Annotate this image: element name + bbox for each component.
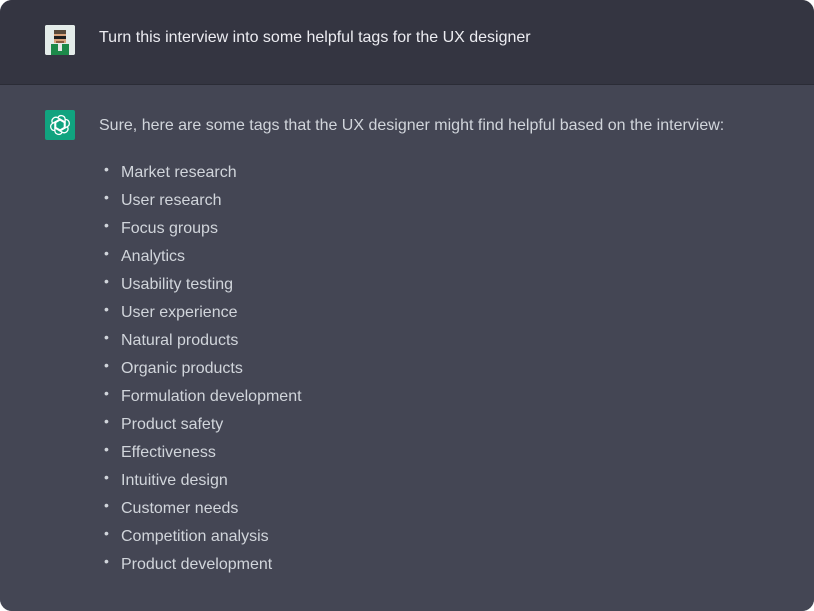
chat-window: Turn this interview into some helpful ta… — [0, 0, 814, 611]
tag-list-item: • Effectiveness — [104, 441, 302, 471]
bullet-icon: • — [104, 553, 109, 569]
bullet-icon: • — [104, 385, 109, 401]
bullet-icon: • — [104, 245, 109, 261]
user-avatar-icon — [45, 25, 75, 55]
tag-list-item: • Analytics — [104, 245, 302, 275]
tag-list-item: • Organic products — [104, 357, 302, 387]
tag-list-item: • Customer needs — [104, 497, 302, 527]
assistant-intro-text: Sure, here are some tags that the UX des… — [99, 117, 725, 134]
tag-list-item: • Market research — [104, 161, 302, 191]
tag-label: Focus groups — [121, 220, 218, 237]
bullet-icon: • — [104, 273, 109, 289]
bullet-icon: • — [104, 329, 109, 345]
tag-list-item: • Competition analysis — [104, 525, 302, 555]
tag-label: Customer needs — [121, 500, 239, 517]
tag-label: Organic products — [121, 360, 243, 377]
tag-label: Product development — [121, 556, 273, 573]
bullet-icon: • — [104, 525, 109, 541]
bullet-icon: • — [104, 441, 109, 457]
tag-label: Analytics — [121, 248, 186, 265]
bullet-icon: • — [104, 189, 109, 205]
bullet-icon: • — [104, 357, 109, 373]
tag-list: • Market research • User research • Focus g… — [104, 161, 302, 583]
user-message-row: Turn this interview into some helpful ta… — [0, 0, 814, 85]
tag-list-item: • Intuitive design — [104, 469, 302, 499]
bullet-icon: • — [104, 469, 109, 485]
tag-label: User research — [121, 192, 222, 209]
bullet-icon: • — [104, 497, 109, 513]
tag-label: Competition analysis — [121, 528, 269, 545]
bullet-icon: • — [104, 301, 109, 317]
tag-label: User experience — [121, 304, 238, 321]
tag-list-item: • Formulation development — [104, 385, 302, 415]
tag-list-item: • User experience — [104, 301, 302, 331]
tag-label: Formulation development — [121, 388, 302, 405]
tag-list-item: • Product development — [104, 553, 302, 583]
tag-label: Product safety — [121, 416, 224, 433]
bullet-icon: • — [104, 413, 109, 429]
tag-list-item: • Product safety — [104, 413, 302, 443]
tag-label: Natural products — [121, 332, 239, 349]
tag-list-item: • Usability testing — [104, 273, 302, 303]
assistant-message-row: Sure, here are some tags that the UX des… — [0, 85, 814, 611]
openai-logo-icon — [45, 110, 75, 140]
tag-list-item: • Focus groups — [104, 217, 302, 247]
tag-label: Usability testing — [121, 276, 234, 293]
tag-label: Effectiveness — [121, 444, 216, 461]
tag-label: Market research — [121, 164, 237, 181]
tag-list-item: • User research — [104, 189, 302, 219]
bullet-icon: • — [104, 161, 109, 177]
tag-list-item: • Natural products — [104, 329, 302, 359]
user-message-text: Turn this interview into some helpful ta… — [99, 29, 531, 46]
bullet-icon: • — [104, 217, 109, 233]
tag-label: Intuitive design — [121, 472, 228, 489]
